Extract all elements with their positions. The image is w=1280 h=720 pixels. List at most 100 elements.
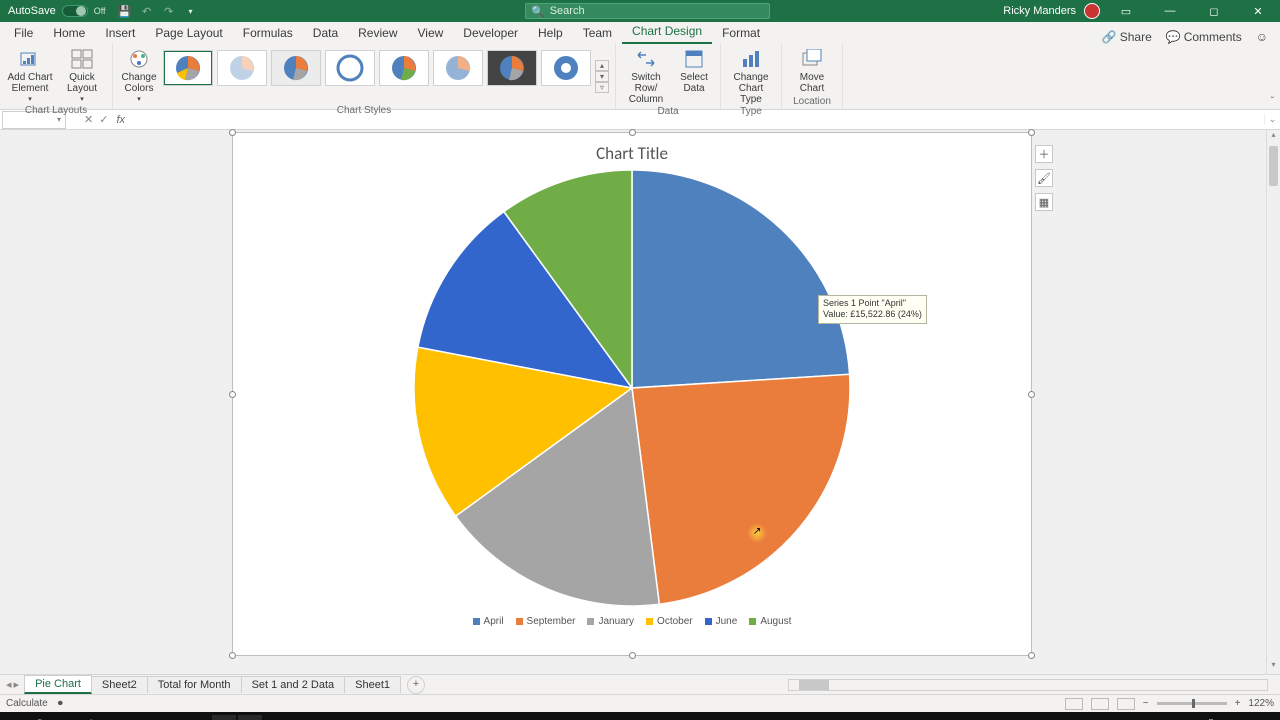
tab-page-layout[interactable]: Page Layout [145, 23, 232, 44]
close-icon[interactable]: ✕ [1240, 0, 1276, 22]
legend-item[interactable]: June [705, 616, 738, 627]
macro-record-icon[interactable]: ⏺ [58, 698, 63, 709]
chart-style-1[interactable] [163, 50, 213, 86]
maximize-icon[interactable]: ◻ [1196, 0, 1232, 22]
zoom-out-button[interactable]: − [1143, 698, 1149, 709]
normal-view-button[interactable] [1065, 698, 1083, 710]
chart-legend[interactable]: April September January October June August [233, 616, 1031, 627]
sheet-tab-set-1-and-2[interactable]: Set 1 and 2 Data [241, 676, 346, 693]
autosave-toggle[interactable] [62, 5, 88, 17]
pie-slice-september[interactable] [632, 374, 850, 604]
tab-formulas[interactable]: Formulas [233, 23, 303, 44]
chart-filters-button[interactable]: ▦ [1035, 193, 1053, 211]
taskbar-app-icon[interactable]: ▦ [212, 715, 236, 720]
move-chart-button[interactable]: Move Chart [788, 46, 836, 95]
start-button[interactable]: ⊞ [4, 715, 28, 720]
collapse-ribbon-icon[interactable]: ˇ [1271, 96, 1274, 107]
chart-style-5[interactable] [379, 50, 429, 86]
resize-handle[interactable] [1028, 652, 1035, 659]
sheet-tab-sheet1[interactable]: Sheet1 [344, 676, 401, 693]
tab-view[interactable]: View [408, 23, 454, 44]
vertical-scrollbar[interactable]: ▴ ▾ [1266, 130, 1280, 674]
user-avatar-icon[interactable] [1084, 3, 1100, 19]
legend-item[interactable]: August [749, 616, 791, 627]
resize-handle[interactable] [229, 129, 236, 136]
expand-formula-bar-icon[interactable]: ⌄ [1264, 114, 1280, 125]
horizontal-scrollbar[interactable] [788, 679, 1268, 691]
chart-elements-button[interactable]: ＋ [1035, 145, 1053, 163]
legend-item[interactable]: January [587, 616, 634, 627]
tab-home[interactable]: Home [43, 23, 95, 44]
search-box[interactable]: 🔍 Search [525, 3, 770, 19]
user-name[interactable]: Ricky Manders [1003, 5, 1076, 17]
tab-help[interactable]: Help [528, 23, 573, 44]
tab-team[interactable]: Team [573, 23, 622, 44]
new-sheet-button[interactable]: + [407, 676, 425, 694]
taskbar-chrome-icon[interactable]: ◉ [160, 715, 184, 720]
resize-handle[interactable] [1028, 391, 1035, 398]
chart-title[interactable]: Chart Title [233, 133, 1031, 164]
task-view-icon[interactable]: ⧉ [56, 715, 80, 720]
resize-handle[interactable] [229, 652, 236, 659]
zoom-level[interactable]: 122% [1248, 698, 1274, 709]
zoom-in-button[interactable]: + [1235, 698, 1241, 709]
resize-handle[interactable] [629, 652, 636, 659]
share-button[interactable]: 🔗 Share [1102, 30, 1152, 44]
taskbar-excel-icon[interactable]: X [238, 715, 262, 720]
zoom-slider[interactable] [1157, 702, 1227, 705]
feedback-icon[interactable]: ☺ [1256, 30, 1268, 44]
chart-styles-button[interactable]: 🖌 [1035, 169, 1053, 187]
chart-style-6[interactable] [433, 50, 483, 86]
chart-style-3[interactable] [271, 50, 321, 86]
ribbon-display-icon[interactable]: ▭ [1108, 0, 1144, 22]
page-break-view-button[interactable] [1117, 698, 1135, 710]
save-icon[interactable]: 💾 [116, 2, 134, 20]
chart-object[interactable]: ＋ 🖌 ▦ Chart Title AprilSeptemberJanuaryO… [232, 132, 1032, 656]
style-gallery-scroll[interactable]: ▴▾▿ [595, 50, 609, 104]
taskbar-folder-icon[interactable]: 🗂 [134, 715, 158, 720]
tab-insert[interactable]: Insert [95, 23, 145, 44]
pie-chart[interactable] [412, 168, 852, 608]
page-layout-view-button[interactable] [1091, 698, 1109, 710]
select-data-button[interactable]: Select Data [674, 46, 714, 105]
minimize-icon[interactable]: — [1152, 0, 1188, 22]
taskbar-store-icon[interactable]: 🛍 [82, 715, 106, 720]
change-chart-type-button[interactable]: Change Chart Type [727, 46, 775, 105]
resize-handle[interactable] [1028, 129, 1035, 136]
sheet-tab-total-for-month[interactable]: Total for Month [147, 676, 242, 693]
select-data-icon [681, 48, 707, 70]
tab-developer[interactable]: Developer [453, 23, 528, 44]
undo-icon[interactable]: ↶ [138, 2, 156, 20]
chart-style-2[interactable] [217, 50, 267, 86]
resize-handle[interactable] [629, 129, 636, 136]
redo-icon[interactable]: ↷ [160, 2, 178, 20]
tab-file[interactable]: File [4, 23, 43, 44]
change-colors-button[interactable]: Change Colors ▾ [119, 46, 159, 104]
taskbar-explorer-icon[interactable]: 📁 [108, 715, 132, 720]
taskbar-edge-icon[interactable]: e [186, 715, 210, 720]
sheet-nav-prev-icon[interactable]: ◂ [6, 678, 12, 691]
chart-style-4[interactable] [325, 50, 375, 86]
legend-item[interactable]: September [516, 616, 576, 627]
sheet-tab-sheet2[interactable]: Sheet2 [91, 676, 148, 693]
tab-chart-design[interactable]: Chart Design [622, 21, 712, 44]
worksheet-area[interactable]: ＋ 🖌 ▦ Chart Title April September January O… [0, 130, 1280, 674]
sheet-tab-pie-chart[interactable]: Pie Chart [24, 675, 92, 694]
sheet-nav-next-icon[interactable]: ▸ [14, 678, 20, 691]
tab-data[interactable]: Data [303, 23, 348, 44]
legend-item[interactable]: April [473, 616, 504, 627]
legend-item[interactable]: October [646, 616, 693, 627]
pie-slice-april[interactable] [632, 170, 850, 388]
taskbar-search-icon[interactable]: 🔍 [30, 715, 54, 720]
chart-style-8[interactable] [541, 50, 591, 86]
resize-handle[interactable] [229, 391, 236, 398]
taskbar-app2-icon[interactable]: ▣ [264, 715, 288, 720]
qat-customize-icon[interactable]: ▾ [182, 2, 200, 20]
comments-button[interactable]: 💬 Comments [1166, 30, 1242, 44]
chart-style-7[interactable] [487, 50, 537, 86]
add-chart-element-button[interactable]: Add Chart Element ▾ [6, 46, 54, 104]
switch-row-column-button[interactable]: Switch Row/ Column [622, 46, 670, 105]
tab-format[interactable]: Format [712, 23, 770, 44]
quick-layout-button[interactable]: Quick Layout ▾ [58, 46, 106, 104]
tab-review[interactable]: Review [348, 23, 407, 44]
